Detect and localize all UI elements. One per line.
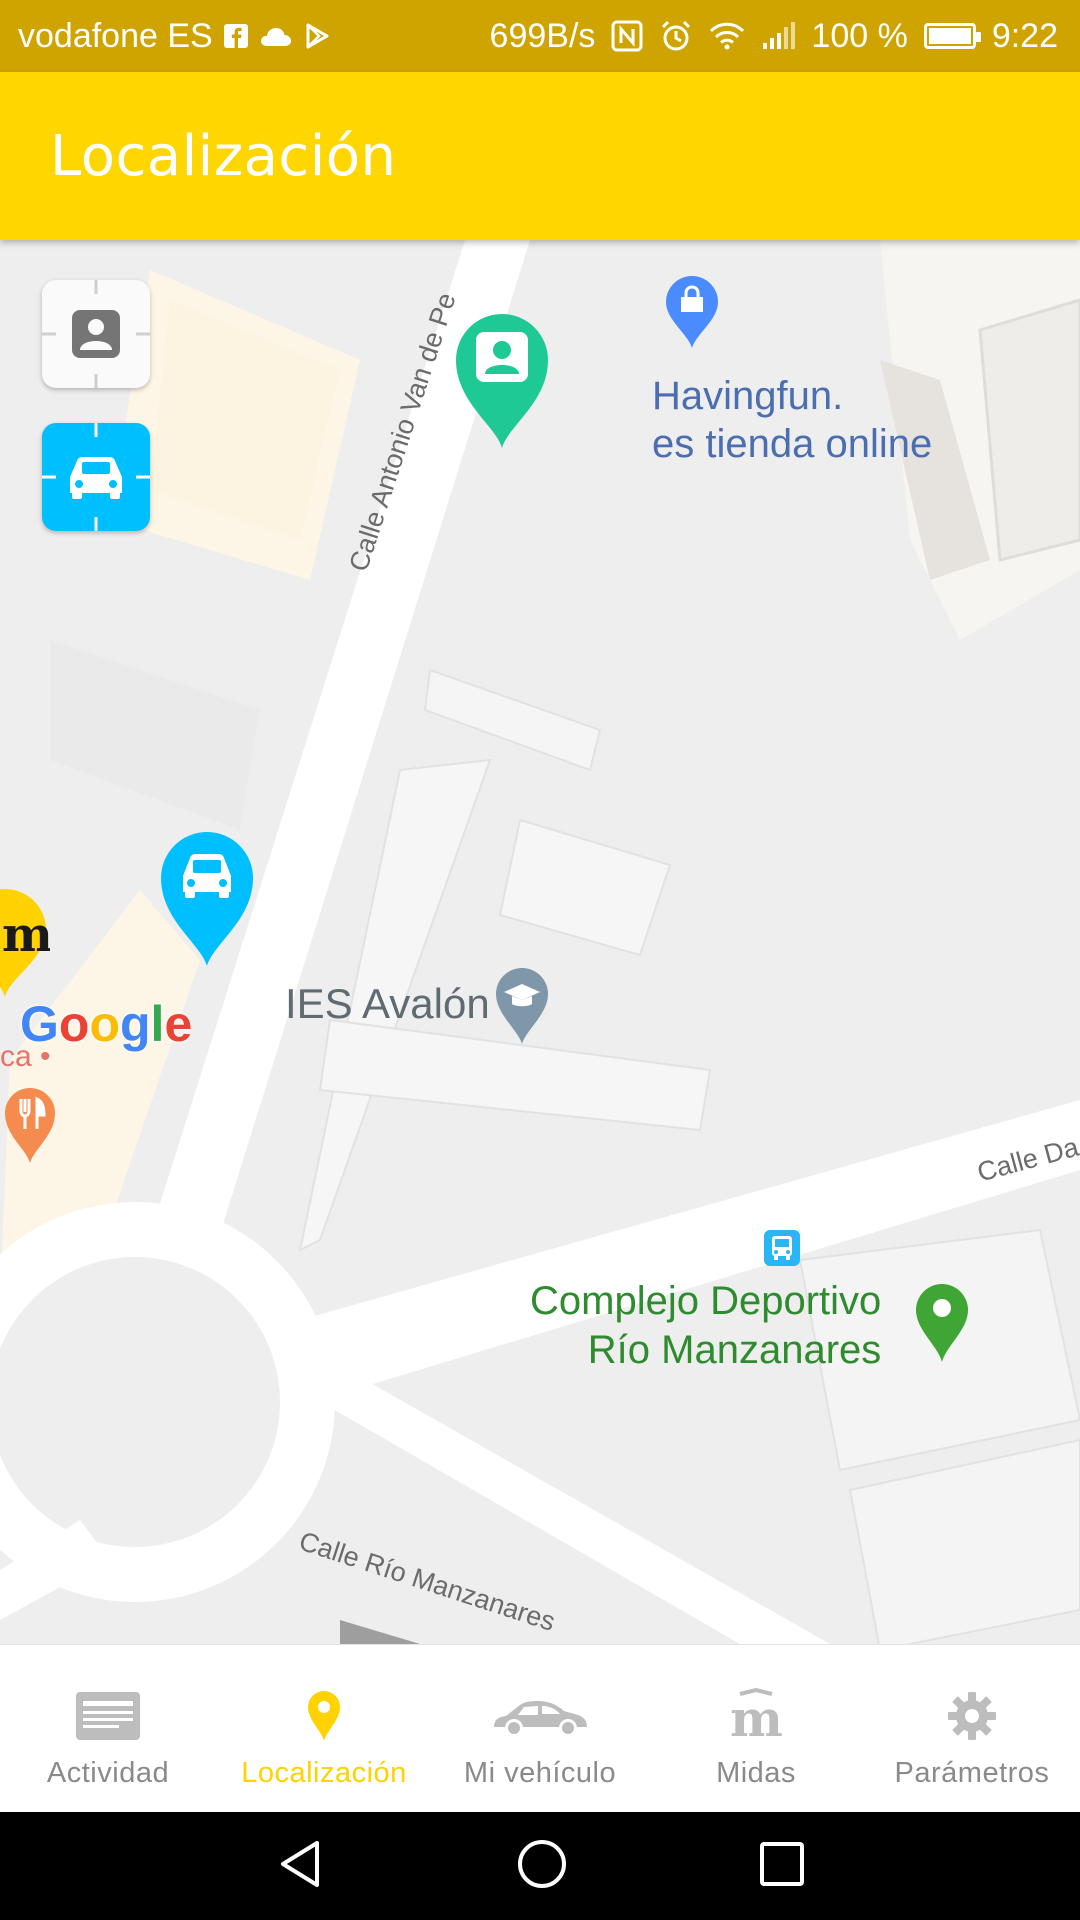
cloud-icon <box>259 24 293 48</box>
system-navigation-bar <box>0 1812 1080 1920</box>
alarm-icon <box>659 19 693 53</box>
nav-item-midas[interactable]: m Midas <box>648 1645 864 1813</box>
status-bar: vodafone ES 699B/s 100 % 9:22 <box>0 0 1080 72</box>
green-place-pin-icon[interactable] <box>912 1280 972 1369</box>
nav-item-localizacion[interactable]: Localización <box>216 1645 432 1813</box>
bottom-navigation: Actividad Localización Mi vehículo m Mid… <box>0 1644 1080 1813</box>
clock: 9:22 <box>991 16 1058 55</box>
signal-icon <box>761 21 796 51</box>
back-icon[interactable] <box>275 1839 325 1894</box>
home-icon[interactable] <box>516 1838 568 1895</box>
car-icon <box>490 1685 590 1747</box>
person-crosshair-icon <box>42 280 150 388</box>
play-store-icon <box>303 22 331 50</box>
person-location-pin-icon[interactable] <box>452 310 552 455</box>
map-view[interactable]: Calle Antonio Van de Pe Calle Río Manzan… <box>0 240 1080 1644</box>
place-label-complejo-deportivo[interactable]: Complejo Deportivo Río Manzanares <box>530 1277 881 1375</box>
midas-place-pin-icon[interactable]: m <box>0 885 53 1005</box>
center-on-car-button[interactable] <box>42 423 150 531</box>
nav-label: Mi vehículo <box>463 1757 617 1789</box>
nav-label: Localización <box>241 1757 407 1789</box>
car-crosshair-icon <box>42 423 150 531</box>
restaurant-icon[interactable] <box>2 1085 58 1170</box>
bus-stop-icon[interactable] <box>764 1230 800 1271</box>
recents-icon[interactable] <box>759 1841 805 1892</box>
place-label-havingfun[interactable]: Havingfun. es tienda online <box>652 372 932 468</box>
midas-logo-icon: m <box>728 1685 784 1747</box>
gear-icon <box>946 1685 998 1747</box>
center-on-person-button[interactable] <box>42 280 150 388</box>
nav-item-actividad[interactable]: Actividad <box>0 1645 216 1813</box>
svg-text:m: m <box>730 1689 783 1744</box>
page-title: Localización <box>50 124 397 189</box>
nav-label: Midas <box>716 1757 796 1789</box>
location-pin-icon <box>306 1685 342 1747</box>
activity-card-icon <box>75 1685 141 1747</box>
graduation-cap-icon[interactable] <box>490 962 554 1051</box>
nav-label: Parámetros <box>894 1757 1050 1789</box>
svg-text:m: m <box>2 907 50 963</box>
google-attribution-logo: Google <box>20 996 193 1052</box>
battery-percent: 100 % <box>811 16 908 55</box>
place-label-ies-avalon[interactable]: IES Avalón <box>285 980 490 1028</box>
nav-item-mi-vehiculo[interactable]: Mi vehículo <box>432 1645 648 1813</box>
carrier-name: vodafone ES <box>18 16 213 55</box>
facebook-icon <box>223 23 249 49</box>
nav-item-parametros[interactable]: Parámetros <box>864 1645 1080 1813</box>
shopping-bag-icon[interactable] <box>660 270 724 355</box>
nav-label: Actividad <box>46 1757 170 1789</box>
wifi-icon <box>709 21 745 51</box>
car-location-pin-icon[interactable] <box>157 828 257 973</box>
battery-icon <box>923 23 981 49</box>
network-speed: 699B/s <box>489 16 596 55</box>
app-bar: Localización <box>0 72 1080 240</box>
nfc-icon <box>611 20 643 52</box>
